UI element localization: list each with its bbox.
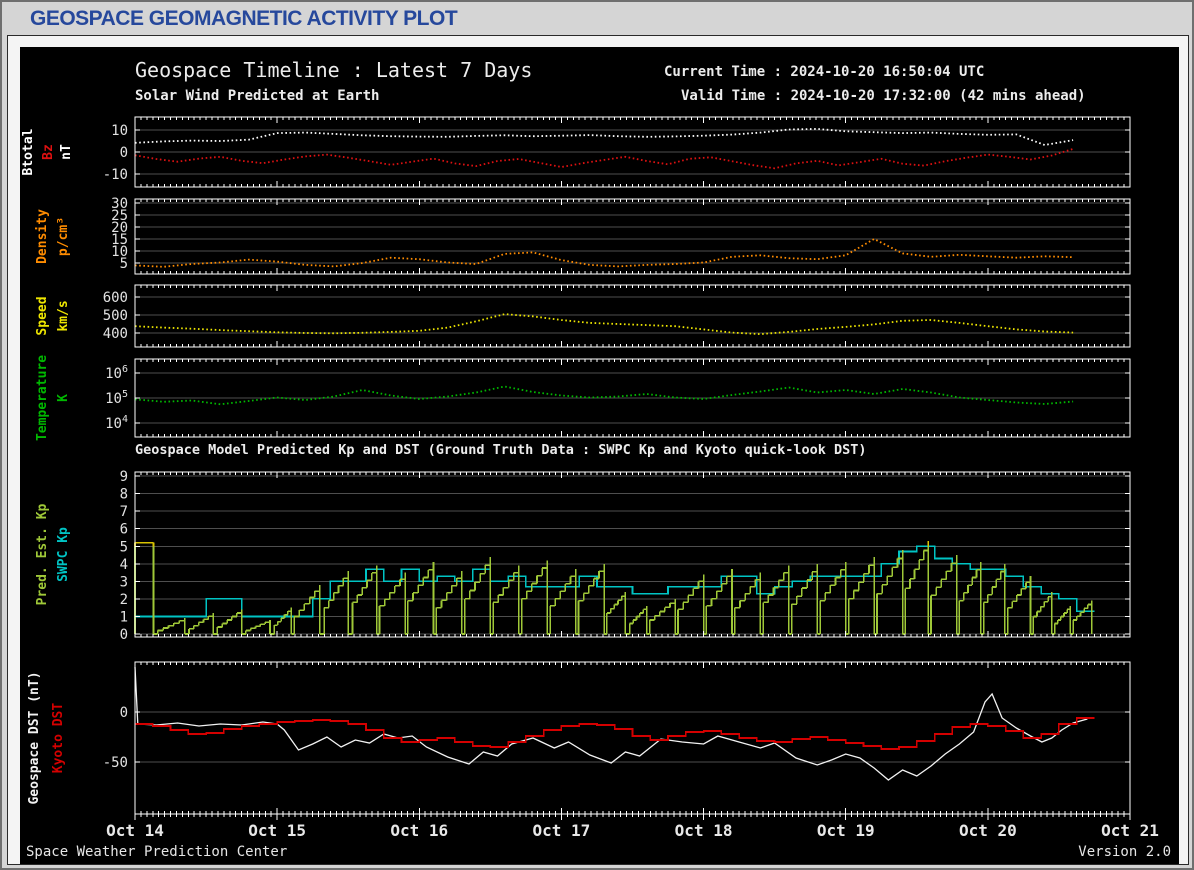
y-tick-label: 6 [120,522,128,538]
y-tick-label: 4 [120,557,128,573]
axis-label-dst-0: Geospace DST (nT) [27,671,42,804]
plot-image: Geospace Timeline : Latest 7 Days Curren… [20,47,1179,864]
axis-label-density-1: p/cm³ [56,217,71,256]
panel-kp: 9 87 65 43 21 0 Pred. Est. Kp SWPC Kp [35,469,1131,643]
series-btotal [134,127,1074,146]
y-tick-label: 9 [120,469,128,485]
axis-label-dst-1: Kyoto DST [51,703,66,774]
axis-label-kp-0: Pred. Est. Kp [35,503,50,605]
y-tick-label: 2 [120,592,128,608]
footer-right: Version 2.0 [1078,844,1171,860]
y-tick-label: 8 [120,487,128,503]
y-tick-label: -10 [103,167,128,183]
footer-left: Space Weather Prediction Center [26,844,288,860]
axis-label-speed-0: Speed [35,296,50,335]
page: GEOSPACE GEOMAGNETIC ACTIVITY PLOT Geosp… [0,0,1194,870]
y-tick-label: 0 [120,627,128,643]
y-tick-label: 400 [103,326,128,342]
y-tick-label: 5 [120,256,128,272]
axis-label-density-0: Density [35,209,50,264]
y-tick-label: 3 [120,574,128,590]
x-axis-label: Oct 16 [390,821,448,840]
axis-label-bfield-0: Btotal [21,129,36,176]
y-tick-label: 600 [103,290,128,306]
y-tick-label: 105 [105,389,128,407]
x-axis-label: Oct 17 [533,821,591,840]
panel-bfield: 10 0 -10 Btotal Bz nT [21,116,1131,188]
y-tick-label: 1 [120,609,128,625]
axis-label-temp-1: K [56,394,71,402]
y-tick-label: 0 [120,145,128,161]
y-tick-label: -50 [103,755,128,771]
y-tick-label: 7 [120,504,128,520]
x-axis-label: Oct 18 [675,821,733,840]
panel-temp: 106 105 104 Temperature K [35,355,1131,441]
y-tick-label: 5 [120,539,128,555]
page-title: GEOSPACE GEOMAGNETIC ACTIVITY PLOT [30,7,458,30]
axis-label-kp-1: SWPC Kp [56,527,71,582]
y-tick-label: 500 [103,308,128,324]
x-axis-label: Oct 15 [248,821,306,840]
y-tick-label: 106 [105,364,128,382]
series-kyoto_dst [135,717,1095,750]
timeline-chart: 100-10Btotal Bz nT30252015105Density p/cm³6… [21,116,1159,840]
axis-label-speed-1: km/s [56,300,71,331]
x-axis-label: Oct 20 [959,821,1017,840]
panel-speed: 600 500 400 Speed km/s [35,284,1131,348]
y-tick-label: 0 [120,705,128,721]
x-axis-label: Oct 19 [817,821,875,840]
series-speed [134,313,1074,336]
y-tick-label: 104 [105,414,128,432]
panel-density: 30252015105Density p/cm³ [35,196,1131,275]
y-tick-label: 10 [111,123,128,139]
panel-dst: 0 -50 Geospace DST (nT) Kyoto DST [27,661,1131,820]
series-pred_est_kp [134,541,1093,635]
axis-label-bfield-2: nT [59,144,74,160]
x-axis-label: Oct 21 [1101,821,1159,840]
series-temperature_log10 [134,385,1074,406]
axis-label-temp-0: Temperature [35,355,50,441]
plot-frame: Geospace Timeline : Latest 7 Days Curren… [7,35,1189,865]
axis-label-bfield-1: Bz [41,144,56,160]
x-axis-label: Oct 14 [106,821,164,840]
